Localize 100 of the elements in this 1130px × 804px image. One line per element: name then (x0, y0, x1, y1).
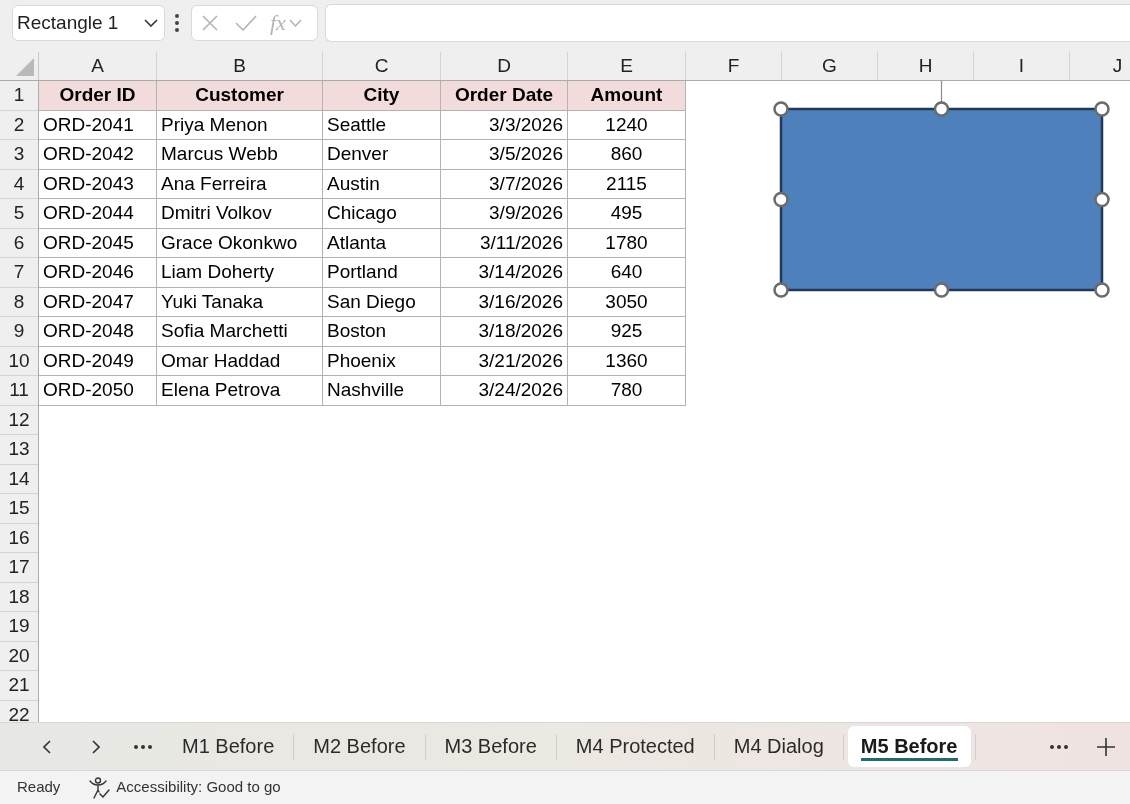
resize-handle[interactable] (933, 282, 950, 298)
more-icon[interactable] (1050, 744, 1068, 749)
sheet-tab[interactable]: M3 Before (425, 726, 556, 767)
column-header[interactable]: C (323, 52, 441, 80)
resize-handle[interactable] (1094, 282, 1110, 298)
table-cell: Portland (323, 258, 441, 288)
table-cell: Seattle (323, 110, 441, 140)
resize-handle[interactable] (773, 191, 789, 208)
table-cell: 925 (568, 317, 686, 347)
row-header[interactable]: 7 (0, 258, 38, 288)
sheet-tab[interactable]: M4 Dialog (714, 726, 843, 767)
rectangle-shape[interactable] (779, 107, 1104, 292)
row-header[interactable]: 3 (0, 140, 38, 170)
table-cell: 640 (568, 258, 686, 288)
resize-handle[interactable] (773, 101, 789, 117)
more-vertical-icon[interactable] (175, 14, 179, 32)
table-cell: Nashville (323, 376, 441, 406)
row-header[interactable]: 4 (0, 169, 38, 199)
formula-input[interactable] (325, 4, 1130, 42)
table-cell: ORD-2046 (39, 258, 157, 288)
table-cell: Phoenix (323, 346, 441, 376)
table-cell: ORD-2047 (39, 287, 157, 317)
table-cell: 495 (568, 199, 686, 229)
row-header[interactable]: 11 (0, 376, 38, 406)
table-cell: Ana Ferreira (157, 169, 323, 199)
accessibility-status-button[interactable]: Accessibility: Good to go (88, 776, 281, 799)
status-text: Ready (17, 777, 61, 798)
column-header[interactable]: D (441, 52, 568, 80)
table-cell: Austin (323, 169, 441, 199)
row-header[interactable]: 13 (0, 435, 38, 465)
row-header[interactable]: 21 (0, 671, 38, 701)
column-header[interactable]: J (1070, 52, 1130, 80)
row-header[interactable]: 16 (0, 523, 38, 553)
row-header[interactable]: 12 (0, 405, 38, 435)
table-cell: 3/3/2026 (441, 110, 568, 140)
column-header[interactable]: E (568, 52, 686, 80)
sheet-tab[interactable]: M1 Before (163, 726, 294, 767)
row-header[interactable]: 8 (0, 287, 38, 317)
chevron-right-icon[interactable] (92, 739, 100, 754)
column-header[interactable]: A (39, 52, 157, 80)
table-cell: Boston (323, 317, 441, 347)
row-header[interactable]: 5 (0, 199, 38, 229)
resize-handle[interactable] (933, 101, 950, 117)
sheet-tab[interactable]: M4 Protected (556, 726, 714, 767)
row-header[interactable]: 14 (0, 464, 38, 494)
column-header[interactable]: F (686, 52, 782, 80)
sheet-tab[interactable]: M5 Before (847, 726, 971, 767)
table-header-cell: Order Date (441, 81, 568, 111)
row-header[interactable]: 15 (0, 494, 38, 524)
row-header[interactable]: 18 (0, 582, 38, 612)
sheet-tab[interactable]: M2 Before (294, 726, 425, 767)
table-cell: ORD-2050 (39, 376, 157, 406)
resize-handle[interactable] (1094, 101, 1110, 117)
table-cell: San Diego (323, 287, 441, 317)
table-cell: 3/7/2026 (441, 169, 568, 199)
table-cell: 780 (568, 376, 686, 406)
resize-handle[interactable] (773, 282, 789, 298)
table-cell: 3/18/2026 (441, 317, 568, 347)
table-cell: ORD-2044 (39, 199, 157, 229)
table-cell: Elena Petrova (157, 376, 323, 406)
column-header[interactable]: G (782, 52, 878, 80)
name-box[interactable]: Rectangle 1 (12, 5, 165, 41)
table-cell: 3/24/2026 (441, 376, 568, 406)
row-header[interactable]: 2 (0, 110, 38, 140)
table-header-cell: Amount (568, 81, 686, 111)
resize-handle[interactable] (1094, 191, 1110, 208)
table-cell: 3/16/2026 (441, 287, 568, 317)
table-cell: Dmitri Volkov (157, 199, 323, 229)
chevron-left-icon[interactable] (43, 739, 51, 754)
table-cell: Sofia Marchetti (157, 317, 323, 347)
table-cell: ORD-2045 (39, 228, 157, 258)
table-cell: ORD-2043 (39, 169, 157, 199)
row-header[interactable]: 19 (0, 612, 38, 642)
table-cell: Priya Menon (157, 110, 323, 140)
table-cell: Omar Haddad (157, 346, 323, 376)
table-cell: 2115 (568, 169, 686, 199)
add-sheet-icon[interactable] (1097, 737, 1115, 756)
chevron-down-icon[interactable] (144, 19, 158, 27)
table-cell: Chicago (323, 199, 441, 229)
table-cell: 3/11/2026 (441, 228, 568, 258)
table-cell: 3/21/2026 (441, 346, 568, 376)
row-header[interactable]: 17 (0, 553, 38, 583)
table-cell: 860 (568, 140, 686, 170)
table-cell: Denver (323, 140, 441, 170)
row-header[interactable]: 20 (0, 641, 38, 671)
table-cell: Yuki Tanaka (157, 287, 323, 317)
column-header[interactable]: H (878, 52, 974, 80)
column-header[interactable]: I (974, 52, 1070, 80)
row-header[interactable]: 10 (0, 346, 38, 376)
column-header[interactable]: B (157, 52, 323, 80)
table-cell: Liam Doherty (157, 258, 323, 288)
table-cell: ORD-2042 (39, 140, 157, 170)
row-header[interactable]: 1 (0, 81, 38, 111)
row-header[interactable]: 6 (0, 228, 38, 258)
table-cell: 3/5/2026 (441, 140, 568, 170)
table-cell: Marcus Webb (157, 140, 323, 170)
accessibility-check-icon (88, 776, 111, 799)
row-header[interactable]: 9 (0, 317, 38, 347)
table-cell: 1780 (568, 228, 686, 258)
more-icon[interactable] (134, 744, 152, 749)
